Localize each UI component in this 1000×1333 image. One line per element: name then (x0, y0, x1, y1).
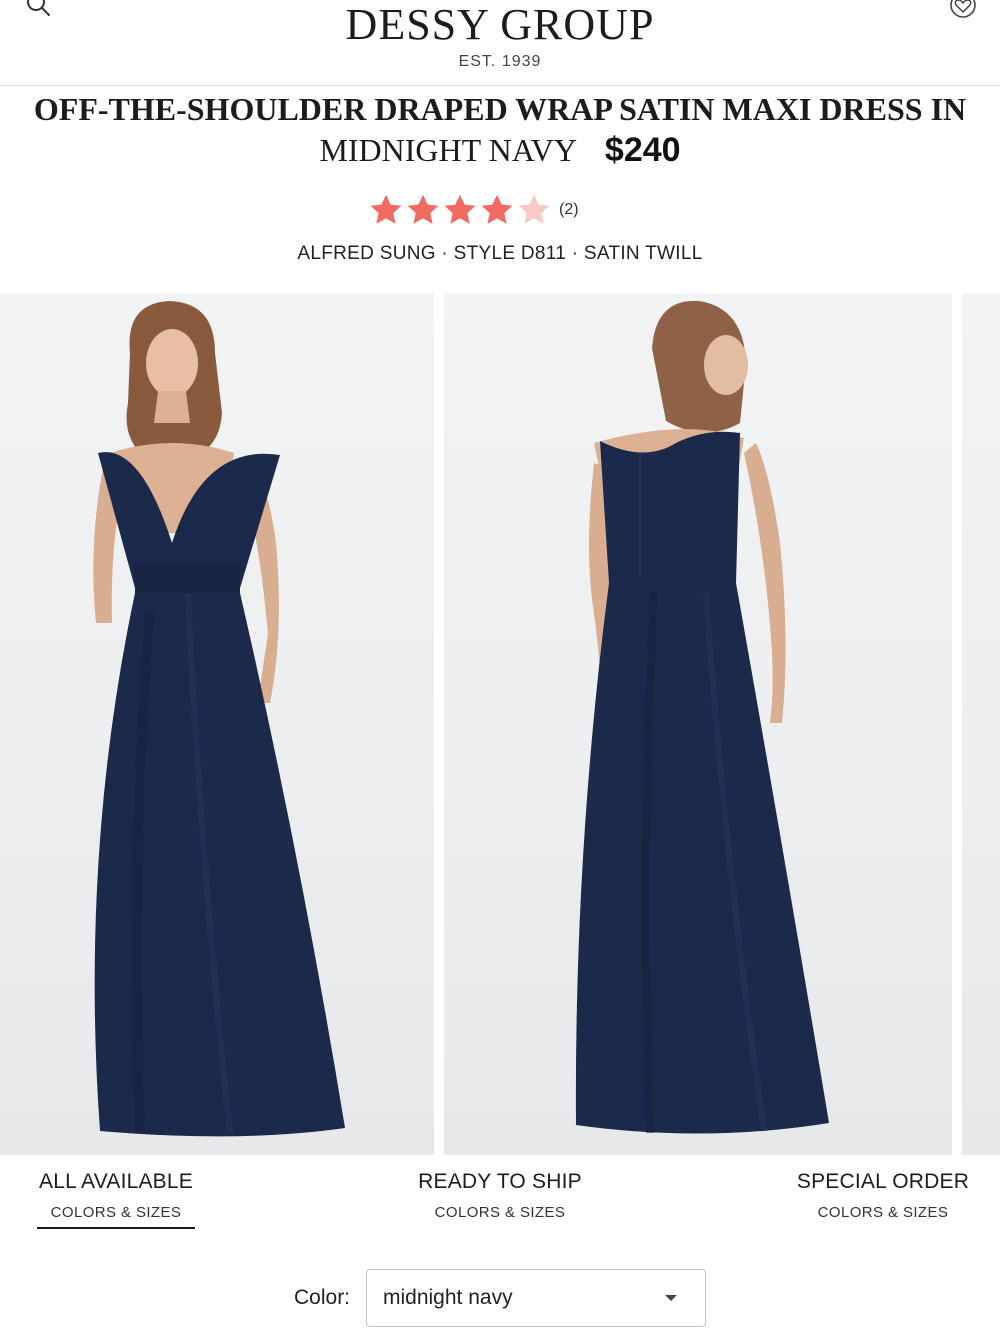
product-image-partial[interactable] (962, 293, 1000, 1155)
product-title: OFF-THE-SHOULDER DRAPED WRAP SATIN MAXI … (33, 91, 967, 127)
brand-logo[interactable]: DESSY GROUP (0, 2, 1000, 48)
availability-tabs: ALL AVAILABLE COLORS & SIZES READY TO SH… (0, 1170, 1000, 1240)
star-icon-1 (370, 194, 402, 224)
star-icon-2 (407, 194, 439, 224)
color-label: Color: (294, 1286, 351, 1309)
tab-selected-underline (37, 1227, 195, 1229)
heart-icon[interactable] (946, 0, 980, 22)
tab-all-available-sub: COLORS & SIZES (50, 1204, 182, 1221)
star-icon-4 (481, 194, 513, 224)
tab-ready-to-ship[interactable]: READY TO SHIP COLORS & SIZES (400, 1170, 600, 1221)
tab-special-order[interactable]: SPECIAL ORDER COLORS & SIZES (790, 1170, 976, 1221)
product-meta: ALFRED SUNG · STYLE D811 · SATIN TWILL (297, 243, 703, 264)
product-price: $240 (604, 131, 681, 169)
product-title-color: MIDNIGHT NAVY (319, 132, 577, 168)
brand-tagline: EST. 1939 (458, 53, 542, 70)
tab-all-available[interactable]: ALL AVAILABLE COLORS & SIZES (36, 1170, 196, 1221)
review-count[interactable]: (2) (559, 201, 579, 219)
product-gallery[interactable] (0, 293, 1000, 1155)
tab-all-available-label: ALL AVAILABLE (39, 1170, 193, 1193)
color-select[interactable]: midnight navy (366, 1269, 706, 1327)
product-image-front[interactable] (0, 293, 434, 1155)
tab-special-order-sub: COLORS & SIZES (817, 1204, 949, 1221)
product-title-line2: MIDNIGHT NAVY $240 (0, 130, 1000, 170)
star-icon-3 (444, 194, 476, 224)
color-select-value: midnight navy (383, 1286, 513, 1309)
product-image-back[interactable] (444, 293, 952, 1155)
tab-ready-to-ship-sub: COLORS & SIZES (434, 1204, 566, 1221)
star-icon-5 (518, 194, 550, 224)
tab-special-order-label: SPECIAL ORDER (796, 1170, 970, 1193)
site-header: DESSY GROUP EST. 1939 (0, 0, 1000, 86)
tab-ready-to-ship-label: READY TO SHIP (418, 1170, 582, 1193)
rating-stars[interactable]: (2) (368, 190, 579, 230)
chevron-down-icon (665, 1295, 677, 1301)
